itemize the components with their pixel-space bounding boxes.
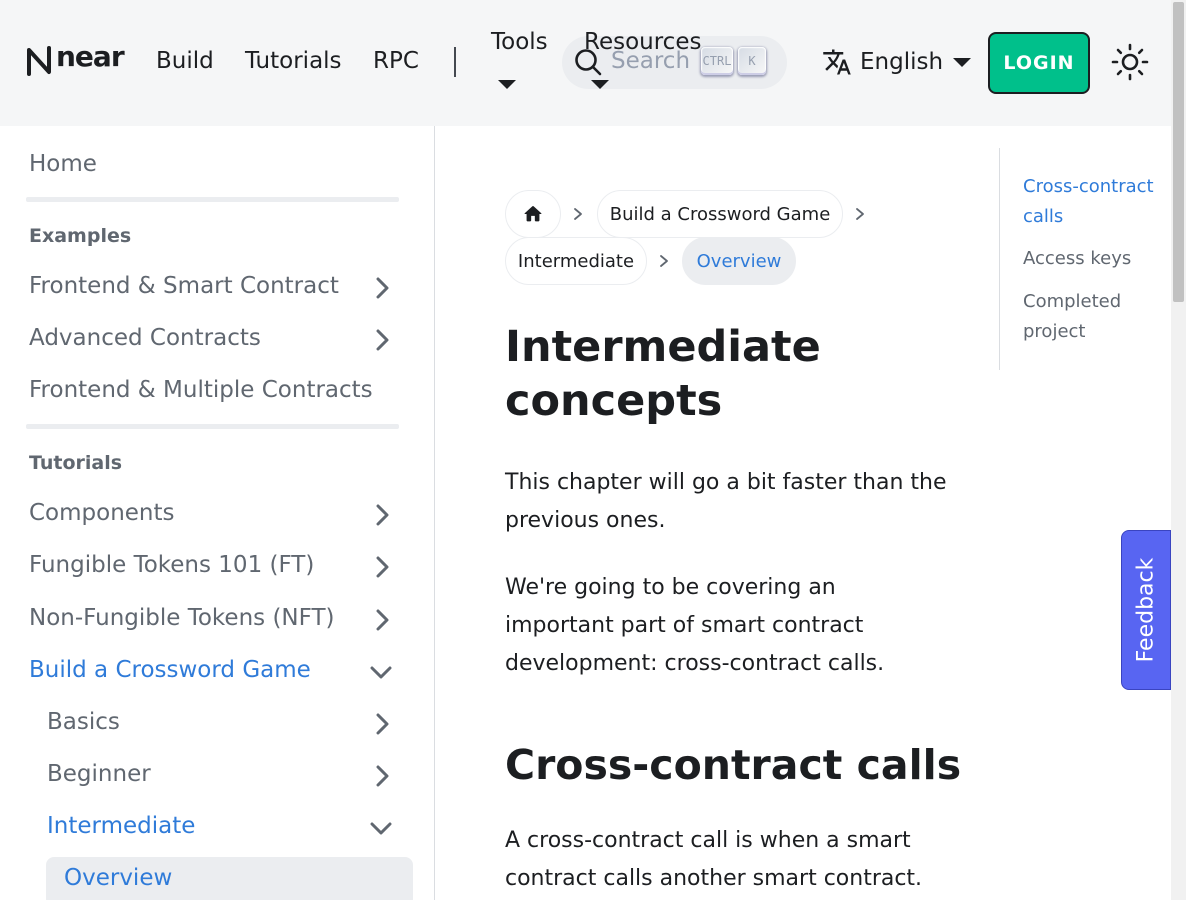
translate-icon (823, 49, 851, 75)
language-label: English (860, 49, 944, 75)
toc-link-cross-contract-calls[interactable]: Cross-contract calls (1023, 172, 1168, 232)
home-icon (524, 206, 542, 222)
breadcrumb-overview: Overview (682, 237, 796, 285)
sidebar-item-basics[interactable]: Basics (47, 709, 120, 735)
breadcrumb-intermediate[interactable]: Intermediate (505, 237, 647, 285)
nav-dropdown-tools[interactable]: Tools (491, 29, 548, 55)
sidebar-item-home[interactable]: Home (29, 151, 97, 177)
brand-text: near (56, 40, 125, 73)
chevron-right-icon[interactable] (370, 608, 394, 632)
chevron-right-icon[interactable] (370, 712, 394, 736)
nav-link-build[interactable]: Build (156, 48, 214, 74)
login-button[interactable]: LOGIN (988, 32, 1090, 94)
sidebar-item-fungible-tokens[interactable]: Fungible Tokens 101 (FT) (29, 552, 314, 578)
sidebar-item-frontend-multiple-contracts[interactable]: Frontend & Multiple Contracts (29, 377, 373, 403)
nav-divider (454, 47, 456, 77)
sidebar-item-intermediate[interactable]: Intermediate (47, 813, 195, 839)
page-scrollbar[interactable] (1171, 0, 1186, 900)
toc-link-completed-project[interactable]: Completed project (1023, 287, 1168, 347)
tools-caret-icon (498, 80, 516, 89)
chevron-down-icon[interactable] (369, 660, 393, 684)
breadcrumb-separator-icon (856, 208, 864, 220)
feedback-button[interactable]: Feedback (1121, 530, 1171, 690)
breadcrumb-separator-icon (660, 255, 668, 267)
chevron-right-icon[interactable] (370, 555, 394, 579)
chevron-right-icon[interactable] (370, 503, 394, 527)
sidebar-item-non-fungible-tokens[interactable]: Non-Fungible Tokens (NFT) (29, 605, 334, 631)
language-dropdown[interactable]: English (822, 44, 972, 80)
kbd-k: K (738, 47, 766, 75)
intro-paragraph: This chapter will go a bit faster than t… (505, 470, 947, 533)
feedback-label: Feedback (1133, 557, 1159, 663)
language-caret-icon (953, 57, 972, 67)
scrollbar-thumb[interactable] (1173, 2, 1184, 302)
sidebar-item-frontend-smart-contract[interactable]: Frontend & Smart Contract (29, 273, 339, 299)
sidebar: Home Examples Frontend & Smart Contract … (0, 126, 435, 900)
breadcrumb-build-crossword-game[interactable]: Build a Crossword Game (597, 190, 843, 238)
toc-link-access-keys[interactable]: Access keys (1023, 244, 1168, 274)
navbar: near Build Tutorials RPC Tools Search CT… (0, 0, 1171, 126)
sun-icon[interactable] (1111, 43, 1149, 81)
nav-link-tutorials[interactable]: Tutorials (245, 48, 342, 74)
sidebar-item-beginner[interactable]: Beginner (47, 761, 151, 787)
sidebar-divider (26, 197, 399, 202)
intro-paragraph: We're going to be covering an important … (505, 575, 885, 676)
table-of-contents: Cross-contract calls Access keys Complet… (999, 148, 1171, 370)
chevron-right-icon[interactable] (370, 764, 394, 788)
sidebar-item-overview-highlight[interactable]: Overview (46, 857, 413, 900)
section-paragraph: A cross-contract call is when a smart co… (505, 828, 923, 891)
sidebar-item-components[interactable]: Components (29, 500, 175, 526)
breadcrumb-home[interactable] (505, 190, 561, 238)
page-title: Intermediate concepts (505, 322, 821, 426)
chevron-right-icon[interactable] (370, 328, 394, 352)
kbd-ctrl: CTRL (701, 47, 733, 75)
chevron-right-icon[interactable] (370, 276, 394, 300)
sidebar-item-advanced-contracts[interactable]: Advanced Contracts (29, 325, 261, 351)
nav-dropdown-resources[interactable]: Resources (584, 29, 701, 55)
sidebar-item-build-crossword-game[interactable]: Build a Crossword Game (29, 657, 311, 683)
near-logo-icon (27, 46, 51, 76)
sidebar-item-overview[interactable]: Overview (64, 865, 172, 891)
resources-caret-icon (591, 80, 609, 89)
sidebar-category-tutorials: Tutorials (29, 452, 123, 474)
chevron-down-icon[interactable] (369, 816, 393, 840)
brand-logo[interactable]: near (26, 40, 125, 76)
sidebar-divider (26, 424, 399, 429)
nav-link-rpc[interactable]: RPC (373, 48, 419, 74)
sidebar-category-examples: Examples (29, 225, 132, 247)
breadcrumb-separator-icon (574, 208, 582, 220)
section-heading-cross-contract-calls: Cross-contract calls (505, 741, 962, 789)
